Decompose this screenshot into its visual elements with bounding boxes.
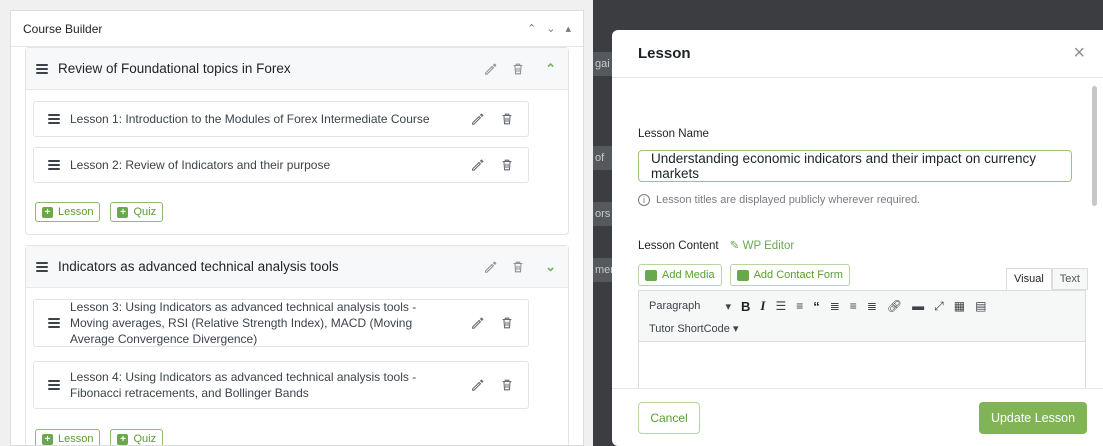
lesson-actions [470, 158, 514, 172]
trash-icon[interactable] [500, 158, 514, 172]
modal-title: Lesson [638, 45, 691, 62]
close-icon[interactable]: × [1073, 42, 1085, 65]
tutor-shortcode-dropdown[interactable]: Tutor ShortCode ▾ [649, 322, 739, 335]
trash-icon[interactable] [500, 112, 514, 126]
toolbar-row: Tutor ShortCode ▾ [649, 317, 1075, 339]
chevron-up-icon[interactable]: ⌃ [545, 61, 556, 77]
lesson-actions [470, 316, 514, 330]
drag-handle-icon[interactable] [48, 114, 60, 124]
add-quiz-button[interactable]: + Quiz [110, 202, 164, 222]
lesson-actions [470, 378, 514, 392]
topic-header[interactable]: Indicators as advanced technical analysi… [26, 246, 568, 288]
edit-icon[interactable] [483, 62, 497, 76]
shortcode-icon[interactable]: ▤ [975, 299, 986, 313]
topic-add-row: + Lesson + Quiz [35, 202, 164, 222]
content-editor[interactable]: Paragraph ▾ B I ☰ ≡ “ ≣ ≡ ≣ 🔗︎ ▬ ⤢ ▦ ▤ Tu… [638, 290, 1086, 388]
trash-icon[interactable] [500, 378, 514, 392]
chevron-down-icon[interactable]: ⌄ [546, 22, 555, 35]
chevron-up-icon[interactable]: ⌃ [527, 22, 536, 35]
lesson-title[interactable]: Lesson 4: Using Indicators as advanced t… [70, 369, 456, 401]
editor-tabs: Visual Text [1006, 268, 1088, 290]
align-right-icon[interactable]: ≣ [867, 299, 877, 313]
add-lesson-button[interactable]: + Lesson [35, 202, 101, 222]
lesson-name-hint: i Lesson titles are displayed publicly w… [638, 194, 920, 206]
drag-handle-icon[interactable] [36, 63, 48, 74]
plus-icon: + [117, 433, 129, 445]
drag-handle-icon[interactable] [48, 318, 60, 328]
trash-icon[interactable] [511, 62, 525, 76]
lesson-title[interactable]: Lesson 3: Using Indicators as advanced t… [70, 299, 456, 347]
edit-icon[interactable] [470, 378, 484, 392]
lesson-row[interactable]: Lesson 1: Introduction to the Modules of… [33, 101, 529, 137]
lesson-row[interactable]: Lesson 3: Using Indicators as advanced t… [33, 299, 529, 347]
lesson-name-label: Lesson Name [638, 128, 709, 140]
bullet-list-icon[interactable]: ☰ [775, 299, 786, 313]
modal-footer: Cancel Update Lesson [612, 388, 1103, 446]
lesson-title[interactable]: Lesson 2: Review of Indicators and their… [70, 157, 470, 173]
lesson-title[interactable]: Lesson 1: Introduction to the Modules of… [70, 111, 470, 127]
form-icon [736, 269, 749, 281]
edit-icon[interactable] [470, 158, 484, 172]
edit-icon[interactable] [483, 260, 497, 274]
panel-controls: ⌃ ⌄ ▴ [527, 22, 571, 35]
update-lesson-button[interactable]: Update Lesson [979, 401, 1087, 434]
modal-scrollbar[interactable] [1092, 86, 1097, 206]
align-left-icon[interactable]: ≣ [830, 299, 840, 313]
link-icon[interactable]: 🔗︎ [887, 299, 902, 313]
lesson-row[interactable]: Lesson 4: Using Indicators as advanced t… [33, 361, 529, 409]
lesson-modal: Lesson × Lesson Name Understanding econo… [612, 30, 1103, 446]
fullscreen-icon[interactable]: ⤢ [934, 299, 944, 314]
add-contact-form-button[interactable]: Add Contact Form [729, 264, 850, 286]
add-lesson-button[interactable]: + Lesson [35, 429, 101, 445]
lesson-actions [470, 112, 514, 126]
info-icon: i [638, 194, 650, 206]
lesson-content-label-row: Lesson Content ✎ WP Editor [638, 240, 795, 252]
cancel-button[interactable]: Cancel [638, 401, 700, 434]
edit-icon[interactable] [470, 316, 484, 330]
toolbar-row: Paragraph ▾ B I ☰ ≡ “ ≣ ≡ ≣ 🔗︎ ▬ ⤢ ▦ ▤ [649, 295, 1075, 317]
drag-handle-icon[interactable] [48, 160, 60, 170]
drag-handle-icon[interactable] [48, 380, 60, 390]
numbered-list-icon[interactable]: ≡ [796, 299, 803, 313]
format-select[interactable]: Paragraph ▾ [649, 300, 731, 313]
topic-title[interactable]: Review of Foundational topics in Forex [58, 61, 483, 76]
plus-icon: + [42, 433, 53, 445]
chevron-down-icon[interactable]: ⌄ [545, 259, 556, 275]
toolbar-toggle-icon[interactable]: ▦ [954, 299, 965, 313]
trash-icon[interactable] [511, 260, 525, 274]
editor-toolbar: Paragraph ▾ B I ☰ ≡ “ ≣ ≡ ≣ 🔗︎ ▬ ⤢ ▦ ▤ Tu… [639, 291, 1085, 342]
media-buttons: Add Media Add Contact Form [638, 264, 850, 286]
italic-icon[interactable]: I [760, 298, 765, 314]
trash-icon[interactable] [500, 316, 514, 330]
align-center-icon[interactable]: ≡ [850, 299, 857, 313]
course-builder-header: Course Builder ⌃ ⌄ ▴ [11, 11, 583, 47]
add-media-button[interactable]: Add Media [638, 264, 722, 286]
quote-icon[interactable]: “ [813, 299, 820, 314]
course-builder-panel: Course Builder ⌃ ⌄ ▴ Review of Foundatio… [10, 10, 584, 446]
bold-icon[interactable]: B [741, 299, 750, 314]
topic-actions: ⌃ [483, 61, 556, 77]
collapse-arrow-icon[interactable]: ▴ [565, 22, 571, 35]
edit-icon[interactable] [470, 112, 484, 126]
lesson-name-input[interactable]: Understanding economic indicators and th… [638, 150, 1072, 182]
topic-add-row: + Lesson + Quiz [35, 429, 164, 445]
lesson-row[interactable]: Lesson 2: Review of Indicators and their… [33, 147, 529, 183]
plus-icon: + [117, 206, 129, 218]
course-builder-title: Course Builder [23, 21, 103, 36]
modal-header: Lesson × [612, 30, 1103, 78]
drag-handle-icon[interactable] [36, 261, 48, 272]
plus-icon: + [42, 206, 53, 218]
media-icon [645, 269, 657, 281]
topic-actions: ⌄ [483, 259, 556, 275]
add-quiz-button[interactable]: + Quiz [110, 429, 164, 445]
topic-title[interactable]: Indicators as advanced technical analysi… [58, 259, 483, 274]
modal-body: Lesson Name Understanding economic indic… [612, 78, 1103, 388]
wp-editor-link[interactable]: ✎ WP Editor [730, 240, 794, 252]
tab-text[interactable]: Text [1051, 268, 1088, 290]
tab-visual[interactable]: Visual [1006, 268, 1052, 290]
topic-header[interactable]: Review of Foundational topics in Forex ⌃ [26, 48, 568, 90]
read-more-icon[interactable]: ▬ [912, 299, 924, 313]
